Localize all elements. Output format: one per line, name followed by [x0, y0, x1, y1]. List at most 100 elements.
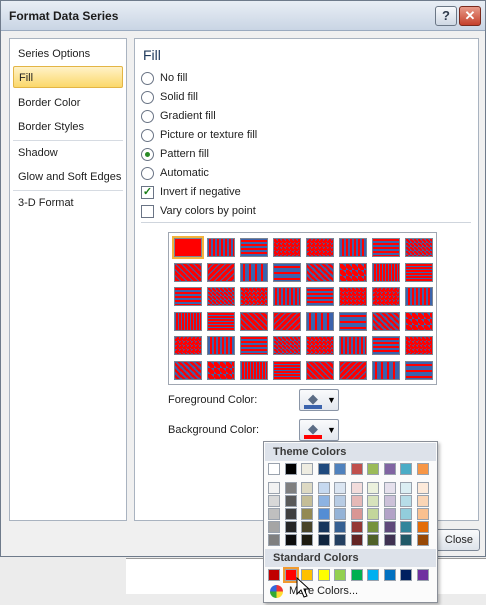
pattern-swatch[interactable]	[240, 360, 268, 380]
theme-color-shade-swatch[interactable]	[416, 482, 429, 494]
pattern-swatch[interactable]	[273, 262, 301, 282]
theme-color-shade-swatch[interactable]	[383, 482, 396, 494]
radio-button[interactable]	[141, 109, 154, 123]
radio-gradient-fill[interactable]: Gradient fill	[141, 109, 216, 125]
standard-color-swatch[interactable]	[400, 569, 412, 581]
pattern-swatch[interactable]	[306, 262, 334, 282]
pattern-swatch[interactable]	[339, 360, 367, 380]
theme-color-shade-swatch[interactable]	[334, 508, 346, 520]
theme-color-swatch[interactable]	[284, 463, 297, 475]
pattern-swatch[interactable]	[207, 287, 235, 306]
theme-color-shade-swatch[interactable]	[317, 534, 330, 546]
theme-color-shade-swatch[interactable]	[268, 521, 280, 533]
pattern-swatch[interactable]	[339, 238, 367, 257]
pattern-swatch[interactable]	[174, 360, 202, 380]
pattern-swatch[interactable]	[405, 311, 433, 331]
foreground-color-dropdown[interactable]: ◆ ▼	[299, 389, 339, 411]
theme-color-swatch[interactable]	[301, 463, 313, 475]
theme-color-shade-swatch[interactable]	[317, 521, 330, 533]
pattern-swatch[interactable]	[372, 311, 400, 331]
pattern-swatch[interactable]	[339, 287, 367, 306]
pattern-swatch[interactable]	[372, 262, 400, 282]
pattern-swatch[interactable]	[174, 336, 202, 355]
theme-color-shade-swatch[interactable]	[268, 495, 280, 507]
close-window-button[interactable]: ✕	[459, 6, 481, 26]
theme-color-shade-swatch[interactable]	[301, 482, 313, 494]
theme-color-shade-swatch[interactable]	[383, 508, 396, 520]
checkbox-box[interactable]	[141, 204, 154, 218]
radio-button[interactable]	[141, 71, 154, 85]
standard-color-swatch[interactable]	[334, 569, 346, 581]
nav-item-3d-format[interactable]: 3-D Format	[13, 192, 123, 214]
nav-item-border-color[interactable]: Border Color	[13, 92, 123, 114]
theme-color-shade-swatch[interactable]	[268, 508, 280, 520]
radio-picture-texture-fill[interactable]: Picture or texture fill	[141, 128, 257, 144]
theme-color-shade-swatch[interactable]	[301, 508, 313, 520]
radio-button[interactable]	[141, 128, 154, 142]
theme-color-shade-swatch[interactable]	[367, 495, 379, 507]
theme-color-shade-swatch[interactable]	[268, 534, 280, 546]
pattern-swatch[interactable]	[306, 311, 334, 331]
theme-color-shade-swatch[interactable]	[301, 534, 313, 546]
pattern-swatch[interactable]	[240, 262, 268, 282]
theme-color-shade-swatch[interactable]	[350, 495, 363, 507]
theme-color-shade-swatch[interactable]	[400, 495, 412, 507]
pattern-swatch[interactable]	[405, 360, 433, 380]
pattern-swatch[interactable]	[207, 360, 235, 380]
pattern-swatch[interactable]	[240, 287, 268, 306]
theme-color-shade-swatch[interactable]	[400, 482, 412, 494]
theme-color-shade-swatch[interactable]	[284, 534, 297, 546]
theme-color-shade-swatch[interactable]	[416, 521, 429, 533]
nav-item-shadow[interactable]: Shadow	[13, 142, 123, 164]
theme-color-shade-swatch[interactable]	[284, 508, 297, 520]
theme-color-shade-swatch[interactable]	[334, 482, 346, 494]
radio-solid-fill[interactable]: Solid fill	[141, 90, 198, 106]
pattern-swatch[interactable]	[372, 238, 400, 257]
title-bar[interactable]: Format Data Series ? ✕	[1, 1, 485, 31]
theme-color-shade-swatch[interactable]	[383, 521, 396, 533]
theme-color-swatch[interactable]	[334, 463, 346, 475]
pattern-swatch[interactable]	[339, 262, 367, 282]
theme-color-shade-swatch[interactable]	[400, 508, 412, 520]
theme-color-swatch[interactable]	[350, 463, 363, 475]
pattern-swatch[interactable]	[405, 238, 433, 257]
theme-color-shade-swatch[interactable]	[416, 508, 429, 520]
theme-color-shade-swatch[interactable]	[317, 508, 330, 520]
theme-color-shade-swatch[interactable]	[367, 508, 379, 520]
checkmark-icon[interactable]: ✓	[141, 185, 154, 199]
help-button[interactable]: ?	[435, 6, 457, 26]
pattern-swatch[interactable]	[339, 311, 367, 331]
standard-color-swatch[interactable]	[416, 569, 429, 581]
pattern-swatch[interactable]	[339, 336, 367, 355]
theme-color-shade-swatch[interactable]	[268, 482, 280, 494]
standard-color-swatch[interactable]	[350, 569, 363, 581]
theme-color-shade-swatch[interactable]	[334, 534, 346, 546]
pattern-swatch[interactable]	[273, 311, 301, 331]
pattern-swatch[interactable]	[174, 311, 202, 331]
theme-color-shade-swatch[interactable]	[350, 521, 363, 533]
theme-color-swatch[interactable]	[268, 463, 280, 475]
radio-pattern-fill[interactable]: Pattern fill	[141, 147, 209, 163]
standard-color-swatch[interactable]	[268, 569, 280, 581]
pattern-swatch[interactable]	[174, 262, 202, 282]
nav-item-fill[interactable]: Fill	[13, 66, 123, 88]
pattern-swatch[interactable]	[405, 336, 433, 355]
theme-color-swatch[interactable]	[400, 463, 412, 475]
background-color-dropdown[interactable]: ◆ ▼	[299, 419, 339, 441]
theme-color-shade-swatch[interactable]	[350, 482, 363, 494]
theme-color-shade-swatch[interactable]	[334, 521, 346, 533]
theme-color-shade-swatch[interactable]	[317, 495, 330, 507]
theme-color-shade-swatch[interactable]	[400, 534, 412, 546]
theme-color-shade-swatch[interactable]	[367, 534, 379, 546]
pattern-swatch[interactable]	[273, 238, 301, 257]
theme-color-swatch[interactable]	[317, 463, 330, 475]
vary-colors-checkbox[interactable]: Vary colors by point	[141, 204, 256, 220]
standard-color-swatch[interactable]	[383, 569, 396, 581]
theme-color-shade-swatch[interactable]	[350, 534, 363, 546]
radio-button[interactable]	[141, 90, 154, 104]
theme-color-shade-swatch[interactable]	[317, 482, 330, 494]
pattern-swatch[interactable]	[207, 336, 235, 355]
pattern-swatch[interactable]	[405, 287, 433, 306]
theme-color-shade-swatch[interactable]	[383, 534, 396, 546]
pattern-swatch[interactable]	[240, 336, 268, 355]
